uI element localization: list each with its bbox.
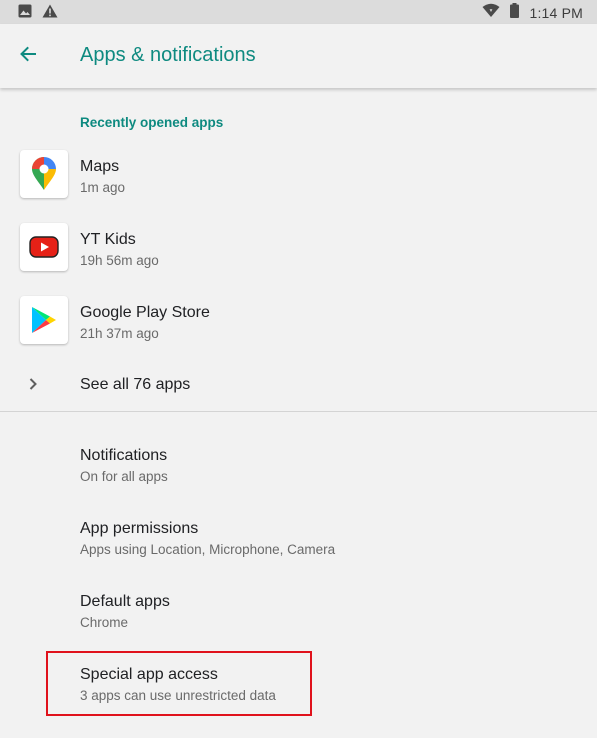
battery-icon bbox=[510, 3, 520, 23]
notifications-item[interactable]: Notifications On for all apps bbox=[0, 440, 597, 506]
see-all-apps-label: See all 76 apps bbox=[80, 376, 191, 393]
app-last-opened: 21h 37m ago bbox=[80, 326, 159, 341]
app-name: Maps bbox=[80, 158, 120, 175]
back-button[interactable] bbox=[14, 42, 42, 70]
play-store-icon bbox=[20, 296, 68, 344]
recent-app-maps[interactable]: Maps 1m ago bbox=[0, 150, 597, 214]
pref-summary: On for all apps bbox=[80, 469, 168, 484]
section-header-recent-apps: Recently opened apps bbox=[80, 115, 224, 130]
image-icon bbox=[18, 4, 32, 23]
divider bbox=[0, 411, 597, 412]
recent-app-yt-kids[interactable]: YT Kids 19h 56m ago bbox=[0, 223, 597, 287]
pref-title: App permissions bbox=[80, 520, 199, 537]
pref-summary: Apps using Location, Microphone, Camera bbox=[80, 542, 336, 557]
recent-app-play-store[interactable]: Google Play Store 21h 37m ago bbox=[0, 296, 597, 360]
pref-title: Notifications bbox=[80, 447, 168, 464]
app-last-opened: 1m ago bbox=[80, 180, 126, 195]
highlight-box bbox=[46, 651, 312, 716]
pref-summary: Chrome bbox=[80, 615, 129, 630]
pref-title: Default apps bbox=[80, 593, 170, 610]
see-all-apps-button[interactable]: See all 76 apps bbox=[0, 362, 597, 408]
app-name: Google Play Store bbox=[80, 304, 210, 321]
app-last-opened: 19h 56m ago bbox=[80, 253, 159, 268]
status-time: 1:14 PM bbox=[529, 5, 583, 21]
app-bar: Apps & notifications bbox=[0, 24, 597, 88]
default-apps-item[interactable]: Default apps Chrome bbox=[0, 586, 597, 652]
warning-icon bbox=[42, 4, 58, 23]
status-bar: 1:14 PM bbox=[0, 0, 597, 24]
yt-kids-icon bbox=[20, 223, 68, 271]
app-permissions-item[interactable]: App permissions Apps using Location, Mic… bbox=[0, 513, 597, 579]
app-name: YT Kids bbox=[80, 231, 136, 248]
arrow-back-icon bbox=[19, 45, 37, 68]
wifi-icon bbox=[482, 3, 500, 23]
page-title: Apps & notifications bbox=[80, 44, 256, 66]
maps-icon bbox=[20, 150, 68, 198]
chevron-right-icon bbox=[24, 375, 42, 393]
